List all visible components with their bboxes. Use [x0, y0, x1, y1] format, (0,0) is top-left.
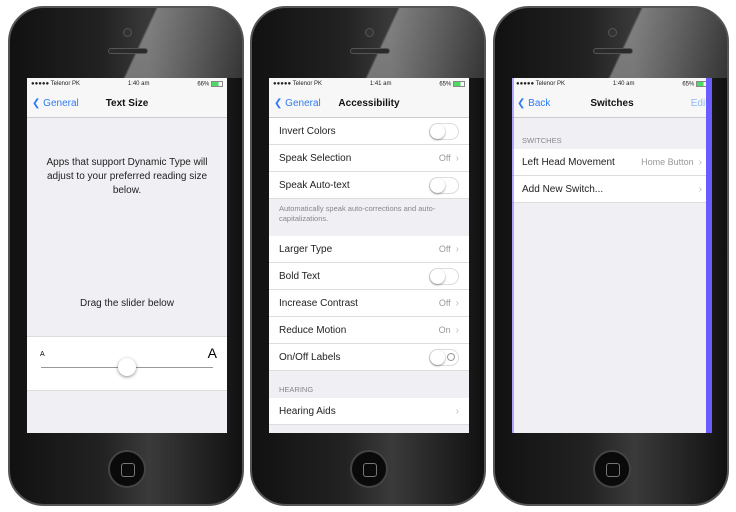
large-a: A [207, 345, 217, 361]
status-bar: ●●●●● Telenor PK 1:40 am 65% [512, 78, 712, 90]
time: 1:41 am [369, 81, 392, 87]
list-item[interactable]: Reduce Motion On › [269, 317, 469, 344]
selection-highlight [512, 78, 514, 433]
home-button[interactable] [108, 450, 146, 488]
nav-title: Text Size [105, 98, 149, 109]
iphone: ●●●●● Telenor PK 1:40 am 66% ❮ General Text… [8, 6, 244, 506]
battery: 66% [197, 80, 223, 87]
list-item[interactable]: Bold Text [269, 263, 469, 290]
speaker [593, 48, 633, 54]
screen: ●●●●● Telenor PK 1:41 am 65% ❮ General Acce… [269, 78, 469, 433]
carrier: ●●●●● Telenor PK [516, 81, 566, 87]
time: 1:40 am [127, 81, 150, 87]
list-item[interactable]: On/Off Labels [269, 344, 469, 371]
home-button[interactable] [350, 450, 388, 488]
small-a: A [40, 351, 45, 358]
list-item[interactable]: Hearing Aids › [269, 398, 469, 425]
slider-panel: A A [27, 336, 227, 391]
section-header: SWITCHES [522, 136, 562, 145]
list-item[interactable]: Speak Auto-text [269, 172, 469, 199]
status-bar: ●●●●● Telenor PK 1:41 am 65% [269, 78, 469, 90]
speaker [108, 48, 148, 54]
speaker [350, 48, 390, 54]
list-item[interactable]: Left Head Movement Home Button › [512, 149, 712, 176]
iphone: ●●●●● Telenor PK 1:41 am 65% ❮ General Acce… [250, 6, 486, 506]
camera [608, 28, 617, 37]
toggle-switch[interactable] [429, 176, 459, 194]
chevron-right-icon: › [698, 183, 702, 195]
camera [365, 28, 374, 37]
home-button[interactable] [593, 450, 631, 488]
chevron-right-icon: › [455, 297, 459, 309]
camera [123, 28, 132, 37]
chevron-right-icon: › [698, 156, 702, 168]
status-bar: ●●●●● Telenor PK 1:40 am 66% [27, 78, 227, 90]
list-item[interactable]: Speak Selection Off › [269, 145, 469, 172]
hint: Drag the slider below [80, 298, 174, 309]
battery-icon [453, 80, 465, 87]
toggle-switch[interactable] [429, 348, 459, 366]
nav-bar: ❮ Back Switches Edit [512, 90, 712, 118]
battery: 65% [439, 80, 465, 87]
screen: ●●●●● Telenor PK 1:40 am 65% ❮ Back Switche… [512, 78, 712, 433]
chevron-right-icon: › [455, 243, 459, 255]
time: 1:40 am [612, 81, 635, 87]
chevron-right-icon: › [455, 152, 459, 164]
iphone: ●●●●● Telenor PK 1:40 am 65% ❮ Back Switche… [493, 6, 729, 506]
selection-highlight [706, 78, 712, 433]
carrier: ●●●●● Telenor PK [273, 81, 323, 87]
list-item[interactable]: Invert Colors [269, 118, 469, 145]
battery-icon [211, 80, 223, 87]
toggle-switch[interactable] [429, 267, 459, 285]
list-item[interactable]: Increase Contrast Off › [269, 290, 469, 317]
list-item[interactable]: Larger Type Off › [269, 236, 469, 263]
screen: ●●●●● Telenor PK 1:40 am 66% ❮ General Text… [27, 78, 227, 433]
chevron-right-icon: › [455, 405, 459, 417]
footer-note: Automatically speak auto-corrections and… [279, 204, 436, 223]
carrier: ●●●●● Telenor PK [31, 81, 81, 87]
nav-bar: ❮ General Accessibility [269, 90, 469, 118]
slider-thumb[interactable] [118, 358, 136, 376]
nav-title: Accessibility [338, 98, 400, 109]
nav-bar: ❮ General Text Size [27, 90, 227, 118]
chevron-right-icon: › [455, 324, 459, 336]
section-header: HEARING [279, 385, 314, 394]
nav-title: Switches [590, 98, 634, 109]
battery: 65% [682, 80, 708, 87]
description: Apps that support Dynamic Type will adju… [46, 157, 208, 196]
list-item[interactable]: Add New Switch... › [512, 176, 712, 203]
toggle-switch[interactable] [429, 122, 459, 140]
